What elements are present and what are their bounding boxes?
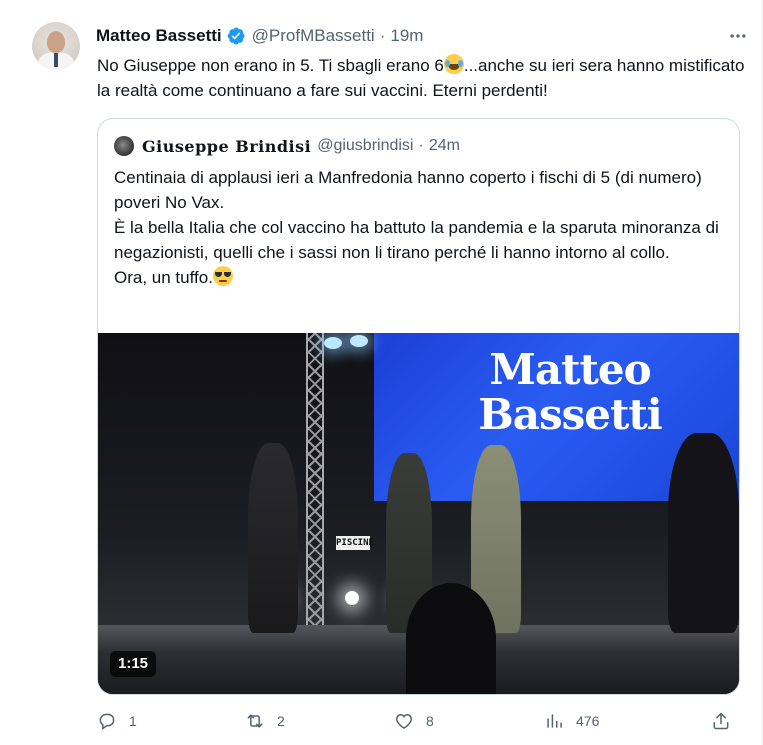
author-handle[interactable]: @ProfMBassetti bbox=[252, 26, 375, 46]
camera-operator-silhouette bbox=[668, 433, 739, 633]
tweet-text: No Giuseppe non erano in 5. Ti sbagli er… bbox=[97, 53, 747, 103]
stage-sign: PISCINE bbox=[336, 536, 374, 550]
reply-count: 1 bbox=[129, 713, 137, 729]
separator-dot: · bbox=[418, 137, 424, 154]
repost-count: 2 bbox=[277, 713, 285, 729]
like-count: 8 bbox=[426, 713, 434, 729]
repost-icon bbox=[247, 714, 263, 728]
quoted-text-line1: Centinaia di applausi ieri a Manfredonia… bbox=[114, 168, 702, 212]
quoted-tweet-timestamp: 24m bbox=[428, 137, 460, 154]
quoted-text-line2: È la bella Italia che col vaccino ha bat… bbox=[114, 218, 719, 262]
more-icon bbox=[730, 34, 746, 38]
views-icon bbox=[547, 714, 562, 728]
author-name[interactable]: Matteo Bassetti bbox=[96, 26, 222, 46]
repost-button[interactable]: 2 bbox=[245, 706, 285, 736]
video-duration: 1:15 bbox=[110, 651, 157, 677]
quoted-author-avatar bbox=[114, 136, 134, 156]
like-icon bbox=[395, 713, 413, 729]
separator-dot: · bbox=[379, 26, 386, 45]
tweet-actions: 1 2 8 476 bbox=[97, 706, 747, 736]
like-button[interactable]: 8 bbox=[394, 706, 434, 736]
share-icon bbox=[713, 712, 729, 730]
stage-screen-text: Matteo Bassetti bbox=[478, 345, 662, 439]
quoted-author-name: Giuseppe Brindisi bbox=[142, 136, 312, 156]
more-options-button[interactable] bbox=[724, 25, 752, 47]
views-button[interactable]: 476 bbox=[544, 706, 599, 736]
quoted-tweet-header: Giuseppe Brindisi @giusbrindisi · 24m bbox=[142, 135, 460, 157]
tweet-timestamp[interactable]: 19m bbox=[390, 26, 423, 46]
video-player[interactable]: Matteo Bassetti PISCINE 1:15 bbox=[98, 333, 739, 694]
audience-silhouette bbox=[406, 583, 496, 694]
stage-truss bbox=[306, 333, 324, 633]
laughing-emoji-icon bbox=[443, 54, 464, 74]
quoted-text-line3: Ora, un tuffo. bbox=[114, 265, 726, 290]
author-avatar[interactable] bbox=[32, 22, 80, 70]
reply-button[interactable]: 1 bbox=[97, 706, 137, 736]
reply-icon bbox=[99, 713, 115, 730]
verified-badge-icon bbox=[227, 27, 245, 45]
person-silhouette bbox=[248, 443, 298, 633]
views-count: 476 bbox=[576, 713, 600, 729]
tweet-header: Matteo Bassetti @ProfMBassetti · 19m bbox=[96, 25, 423, 47]
quoted-author-handle: @giusbrindisi bbox=[317, 137, 414, 154]
tweet-text-part1: No Giuseppe non erano in 5. Ti sbagli er… bbox=[97, 56, 444, 75]
quoted-tweet[interactable]: Giuseppe Brindisi @giusbrindisi · 24m Ce… bbox=[97, 118, 740, 695]
quoted-tweet-text: Centinaia di applausi ieri a Manfredonia… bbox=[114, 165, 726, 290]
tweet-article[interactable]: Matteo Bassetti @ProfMBassetti · 19m No … bbox=[0, 0, 762, 745]
sunglasses-emoji-icon bbox=[212, 266, 233, 286]
share-button[interactable] bbox=[711, 706, 731, 736]
